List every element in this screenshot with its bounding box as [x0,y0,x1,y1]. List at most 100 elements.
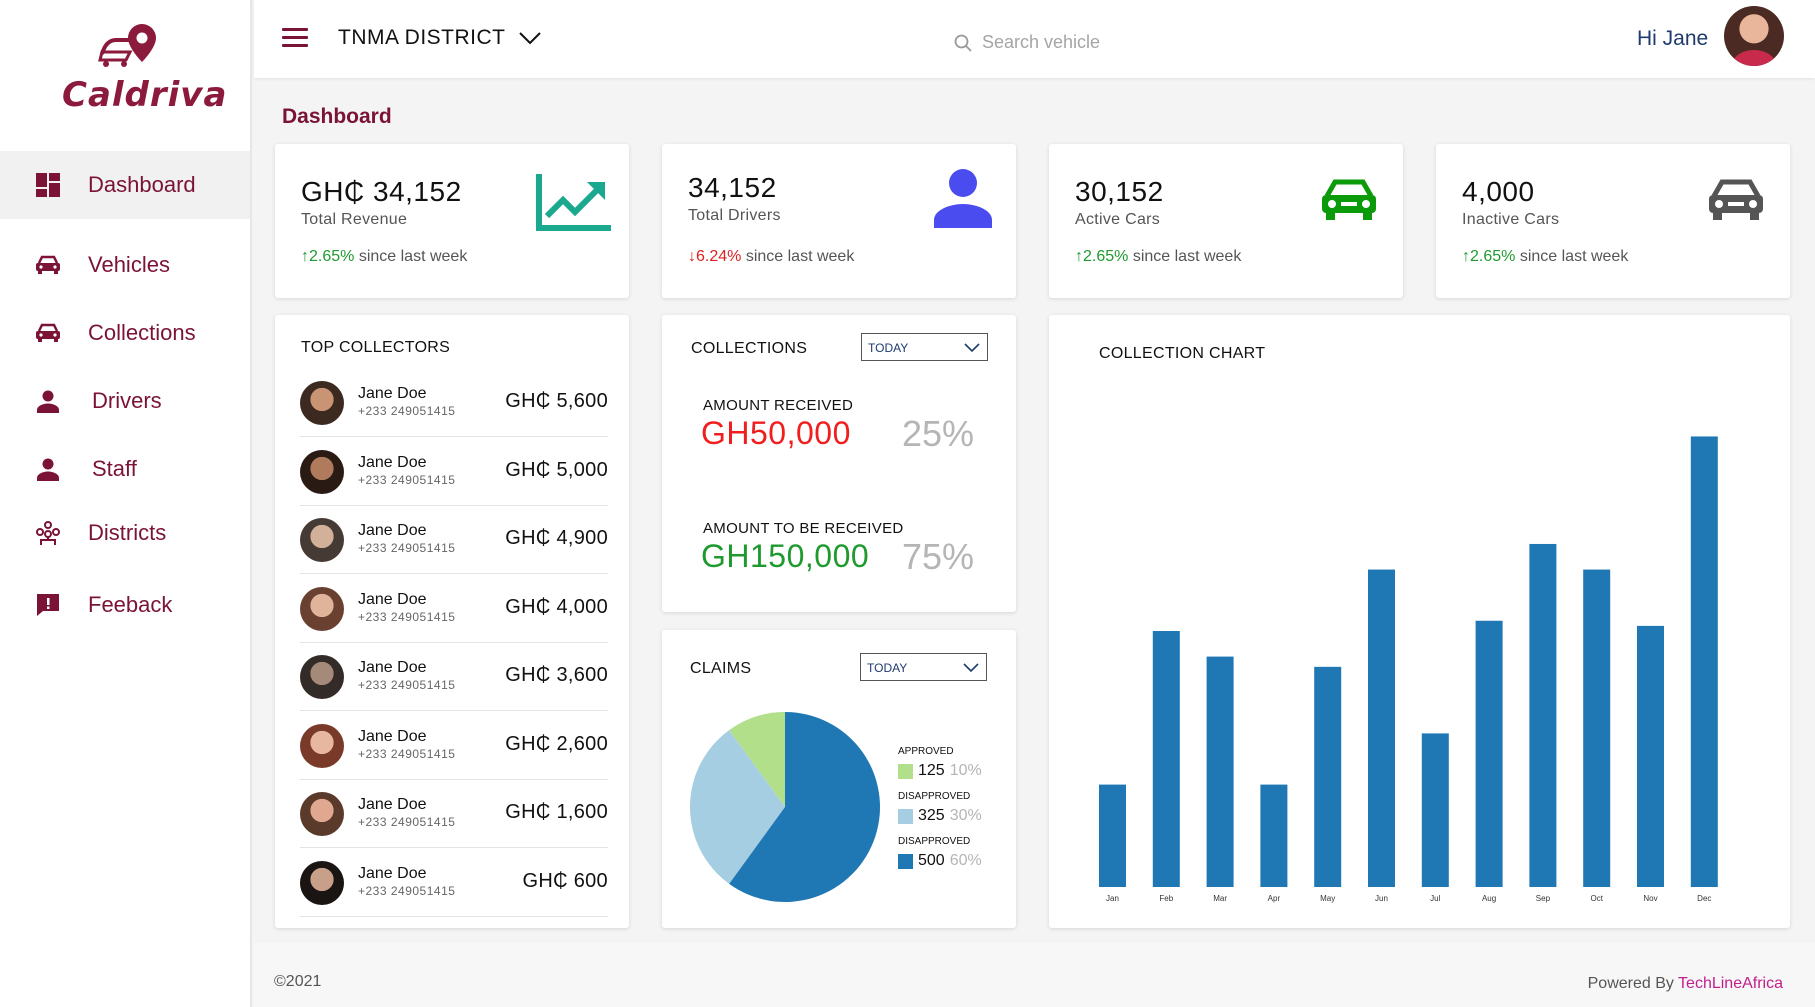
bar [1314,666,1342,887]
stat-label: Total Drivers [688,207,781,224]
x-tick-label: Apr [1268,894,1281,903]
legend-percent: 30% [949,807,982,824]
card-title: COLLECTION CHART [1099,345,1266,362]
stat-value: 34,152 [688,172,777,203]
stat-change: ↑2.65% since last week [301,248,467,266]
amount-pending-percent: 75% [902,536,975,577]
x-tick-label: Oct [1590,894,1603,903]
districts-icon [34,519,62,547]
stat-label: Active Cars [1075,211,1161,228]
search-input[interactable] [982,32,1242,53]
collections-period-select[interactable]: TODAY [861,333,988,361]
card-title: COLLECTIONS [691,340,808,357]
sidebar-item-dashboard[interactable]: Dashboard [0,151,250,219]
person-icon [934,169,992,228]
legend-percent: 10% [949,762,982,779]
car-icon [34,319,62,347]
bar [1690,436,1718,887]
collector-amount: GH₵ 4,000 [505,595,608,618]
collector-row[interactable]: Jane Doe +233 249051415 GH₵ 4,000 [300,575,608,643]
sidebar-item-districts[interactable]: Districts [0,503,250,563]
sidebar-item-label: Districts [88,520,167,545]
x-tick-label: May [1320,894,1335,903]
arrow-up-icon: ↑ [1462,248,1470,265]
stat-change-value: 6.24% [696,248,742,265]
district-selector[interactable]: TNMA DISTRICT [338,26,542,50]
stat-label: Inactive Cars [1462,211,1560,228]
card-title: CLAIMS [690,660,752,677]
user-avatar[interactable] [1724,6,1784,66]
stat-value: GH₵ 34,152 [301,176,462,207]
collector-row[interactable]: Jane Doe +233 249051415 GH₵ 5,600 [300,369,608,437]
powered-by-link[interactable]: TechLineAfrica [1678,975,1783,992]
legend-count: 125 [918,762,945,779]
collector-amount: GH₵ 5,600 [505,390,608,412]
collector-row[interactable]: Jane Doe +233 249051415 GH₵ 4,900 [300,506,608,574]
collector-amount: GH₵ 2,600 [505,732,608,755]
collector-phone: +233 249051415 [358,746,456,761]
collector-row[interactable]: Jane Doe +233 249051415 GH₵ 3,600 [300,643,608,711]
menu-icon[interactable] [282,28,308,48]
arrow-up-icon: ↑ [1075,248,1083,265]
district-name: TNMA DISTRICT [338,26,506,49]
x-tick-label: Jun [1375,894,1388,903]
copyright: ©2021 [274,973,322,990]
legend-item: 500 60% [898,852,982,870]
x-tick-label: Jan [1106,894,1119,903]
collector-amount: GH₵ 5,000 [505,458,608,481]
collector-phone: +233 249051415 [358,678,456,692]
x-tick-label: Feb [1159,894,1173,903]
footer: ©2021 Powered By TechLineAfrica [254,943,1815,1007]
brand-name: Caldriva [62,75,228,115]
sidebar-item-collections[interactable]: Collections [0,299,250,367]
collector-row[interactable]: Jane Doe +233 249051415 GH₵ 5,000 [300,438,608,506]
collection-chart-card: COLLECTION CHART Jan Feb Mar Apr May Jun Jul Au… [1049,315,1790,928]
bar [1475,620,1503,887]
collector-row[interactable]: Jane Doe +233 249051415 GH₵ 1,600 [300,780,608,848]
brand-logo[interactable]: Caldriva [62,20,228,120]
top-collectors-card: TOP COLLECTORS Jane Doe +233 249051415 GH₵… [275,315,629,928]
stat-change-suffix: since last week [354,248,468,265]
sidebar: Caldriva Dashboard Vehicles Collections … [0,0,252,1007]
chevron-down-icon [964,343,980,353]
sidebar-item-label: Staff [92,456,137,481]
stat-card-active-cars: 30,152 Active Cars ↑2.65% since last wee… [1049,144,1403,298]
sidebar-item-staff[interactable]: Staff [0,435,250,503]
car-icon [1709,179,1763,220]
collector-row[interactable]: Jane Doe +233 249051415 GH₵ 600 [300,849,608,917]
stat-change-suffix: since last week [1128,248,1242,265]
sidebar-item-vehicles[interactable]: Vehicles [0,231,250,299]
car-icon [1322,179,1376,220]
claims-card: CLAIMS TODAY APPROVED 125 10% DISAPPROVE… [662,630,1016,928]
bar [1368,569,1395,887]
claims-period-select[interactable]: TODAY [860,653,987,681]
stat-card-total-drivers: 34,152 Total Drivers ↓6.24% since last w… [662,144,1016,298]
legend-title: DISAPPROVED [898,836,971,847]
sidebar-item-label: Drivers [92,388,162,413]
x-tick-label: Jul [1430,894,1440,903]
collector-name: Jane Doe [358,522,427,539]
bar [1637,625,1664,887]
stat-change-suffix: since last week [1515,248,1629,265]
select-value: TODAY [868,341,909,355]
chevron-down-icon [518,32,541,45]
collector-row[interactable]: Jane Doe +233 249051415 GH₵ 2,600 [300,712,608,780]
sidebar-item-drivers[interactable]: Drivers [0,367,250,435]
powered-by-prefix: Powered By [1587,975,1679,992]
avatar [300,449,344,494]
sidebar-item-label: Feeback [88,592,173,617]
legend-title: DISAPPROVED [898,791,971,802]
select-value: TODAY [867,661,908,675]
stat-change-value: 2.65% [1470,248,1516,265]
amount-received-label: AMOUNT RECEIVED [703,397,854,414]
claims-pie-chart [690,712,880,902]
stat-change-value: 2.65% [309,248,355,265]
bar [1099,784,1126,887]
x-tick-label: Aug [1482,894,1496,903]
person-icon [34,387,62,415]
stat-value: 4,000 [1462,176,1535,207]
feedback-icon [34,591,62,619]
collector-name: Jane Doe [358,590,427,608]
sidebar-item-feedback[interactable]: Feeback [0,571,250,639]
bar [1529,543,1557,887]
